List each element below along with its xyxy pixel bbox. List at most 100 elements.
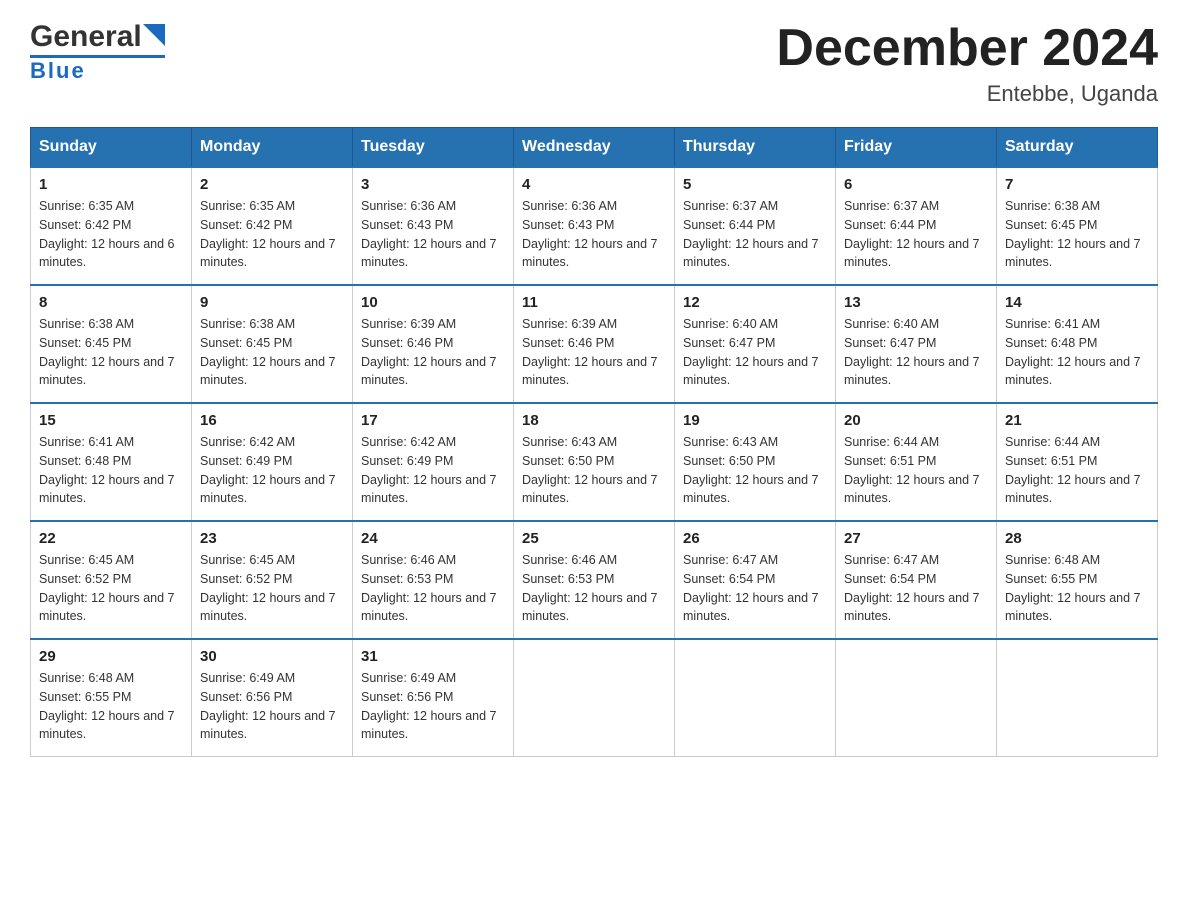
calendar-cell: 16 Sunrise: 6:42 AMSunset: 6:49 PMDaylig… bbox=[192, 403, 353, 521]
day-number: 21 bbox=[1005, 412, 1149, 429]
calendar-cell: 20 Sunrise: 6:44 AMSunset: 6:51 PMDaylig… bbox=[836, 403, 997, 521]
day-info: Sunrise: 6:45 AMSunset: 6:52 PMDaylight:… bbox=[39, 553, 175, 623]
day-info: Sunrise: 6:36 AMSunset: 6:43 PMDaylight:… bbox=[361, 199, 497, 269]
day-info: Sunrise: 6:41 AMSunset: 6:48 PMDaylight:… bbox=[1005, 317, 1141, 387]
calendar-cell: 21 Sunrise: 6:44 AMSunset: 6:51 PMDaylig… bbox=[997, 403, 1158, 521]
day-info: Sunrise: 6:43 AMSunset: 6:50 PMDaylight:… bbox=[522, 435, 658, 505]
location: Entebbe, Uganda bbox=[776, 81, 1158, 107]
day-header-monday: Monday bbox=[192, 128, 353, 168]
day-number: 18 bbox=[522, 412, 666, 429]
calendar-cell: 5 Sunrise: 6:37 AMSunset: 6:44 PMDayligh… bbox=[675, 167, 836, 285]
day-info: Sunrise: 6:42 AMSunset: 6:49 PMDaylight:… bbox=[361, 435, 497, 505]
day-number: 29 bbox=[39, 648, 183, 665]
day-number: 25 bbox=[522, 530, 666, 547]
logo-triangle-icon bbox=[143, 24, 165, 46]
calendar-cell: 27 Sunrise: 6:47 AMSunset: 6:54 PMDaylig… bbox=[836, 521, 997, 639]
calendar-cell: 22 Sunrise: 6:45 AMSunset: 6:52 PMDaylig… bbox=[31, 521, 192, 639]
day-number: 31 bbox=[361, 648, 505, 665]
day-number: 30 bbox=[200, 648, 344, 665]
day-info: Sunrise: 6:38 AMSunset: 6:45 PMDaylight:… bbox=[200, 317, 336, 387]
day-info: Sunrise: 6:47 AMSunset: 6:54 PMDaylight:… bbox=[683, 553, 819, 623]
calendar-cell: 1 Sunrise: 6:35 AMSunset: 6:42 PMDayligh… bbox=[31, 167, 192, 285]
logo-blue: Blue bbox=[30, 58, 86, 84]
calendar-cell: 8 Sunrise: 6:38 AMSunset: 6:45 PMDayligh… bbox=[31, 285, 192, 403]
day-info: Sunrise: 6:46 AMSunset: 6:53 PMDaylight:… bbox=[361, 553, 497, 623]
day-info: Sunrise: 6:35 AMSunset: 6:42 PMDaylight:… bbox=[39, 199, 175, 269]
calendar-cell: 18 Sunrise: 6:43 AMSunset: 6:50 PMDaylig… bbox=[514, 403, 675, 521]
calendar-header-row: SundayMondayTuesdayWednesdayThursdayFrid… bbox=[31, 128, 1158, 168]
calendar-cell: 28 Sunrise: 6:48 AMSunset: 6:55 PMDaylig… bbox=[997, 521, 1158, 639]
calendar-cell: 31 Sunrise: 6:49 AMSunset: 6:56 PMDaylig… bbox=[353, 639, 514, 757]
calendar-cell: 17 Sunrise: 6:42 AMSunset: 6:49 PMDaylig… bbox=[353, 403, 514, 521]
day-info: Sunrise: 6:40 AMSunset: 6:47 PMDaylight:… bbox=[683, 317, 819, 387]
calendar-cell: 11 Sunrise: 6:39 AMSunset: 6:46 PMDaylig… bbox=[514, 285, 675, 403]
day-info: Sunrise: 6:44 AMSunset: 6:51 PMDaylight:… bbox=[844, 435, 980, 505]
day-number: 19 bbox=[683, 412, 827, 429]
day-number: 3 bbox=[361, 176, 505, 193]
logo: General Blue bbox=[30, 20, 165, 84]
calendar-cell: 26 Sunrise: 6:47 AMSunset: 6:54 PMDaylig… bbox=[675, 521, 836, 639]
day-number: 1 bbox=[39, 176, 183, 193]
calendar-cell: 23 Sunrise: 6:45 AMSunset: 6:52 PMDaylig… bbox=[192, 521, 353, 639]
calendar-cell bbox=[997, 639, 1158, 757]
day-number: 6 bbox=[844, 176, 988, 193]
day-header-tuesday: Tuesday bbox=[353, 128, 514, 168]
day-info: Sunrise: 6:46 AMSunset: 6:53 PMDaylight:… bbox=[522, 553, 658, 623]
day-number: 9 bbox=[200, 294, 344, 311]
calendar-table: SundayMondayTuesdayWednesdayThursdayFrid… bbox=[30, 127, 1158, 757]
day-number: 28 bbox=[1005, 530, 1149, 547]
calendar-cell: 15 Sunrise: 6:41 AMSunset: 6:48 PMDaylig… bbox=[31, 403, 192, 521]
calendar-week-row: 1 Sunrise: 6:35 AMSunset: 6:42 PMDayligh… bbox=[31, 167, 1158, 285]
day-number: 15 bbox=[39, 412, 183, 429]
day-info: Sunrise: 6:44 AMSunset: 6:51 PMDaylight:… bbox=[1005, 435, 1141, 505]
page-header: General Blue December 2024 Entebbe, Ugan… bbox=[30, 20, 1158, 107]
day-number: 16 bbox=[200, 412, 344, 429]
day-number: 11 bbox=[522, 294, 666, 311]
day-number: 13 bbox=[844, 294, 988, 311]
day-info: Sunrise: 6:47 AMSunset: 6:54 PMDaylight:… bbox=[844, 553, 980, 623]
day-info: Sunrise: 6:38 AMSunset: 6:45 PMDaylight:… bbox=[1005, 199, 1141, 269]
calendar-week-row: 15 Sunrise: 6:41 AMSunset: 6:48 PMDaylig… bbox=[31, 403, 1158, 521]
logo-general: General bbox=[30, 20, 142, 54]
day-header-sunday: Sunday bbox=[31, 128, 192, 168]
month-title: December 2024 bbox=[776, 20, 1158, 77]
calendar-cell bbox=[514, 639, 675, 757]
calendar-cell: 10 Sunrise: 6:39 AMSunset: 6:46 PMDaylig… bbox=[353, 285, 514, 403]
day-info: Sunrise: 6:49 AMSunset: 6:56 PMDaylight:… bbox=[361, 671, 497, 741]
day-info: Sunrise: 6:41 AMSunset: 6:48 PMDaylight:… bbox=[39, 435, 175, 505]
day-number: 2 bbox=[200, 176, 344, 193]
day-header-friday: Friday bbox=[836, 128, 997, 168]
day-header-thursday: Thursday bbox=[675, 128, 836, 168]
day-info: Sunrise: 6:49 AMSunset: 6:56 PMDaylight:… bbox=[200, 671, 336, 741]
day-info: Sunrise: 6:37 AMSunset: 6:44 PMDaylight:… bbox=[844, 199, 980, 269]
day-info: Sunrise: 6:39 AMSunset: 6:46 PMDaylight:… bbox=[361, 317, 497, 387]
day-number: 17 bbox=[361, 412, 505, 429]
day-info: Sunrise: 6:36 AMSunset: 6:43 PMDaylight:… bbox=[522, 199, 658, 269]
calendar-cell: 2 Sunrise: 6:35 AMSunset: 6:42 PMDayligh… bbox=[192, 167, 353, 285]
calendar-cell: 14 Sunrise: 6:41 AMSunset: 6:48 PMDaylig… bbox=[997, 285, 1158, 403]
calendar-cell: 29 Sunrise: 6:48 AMSunset: 6:55 PMDaylig… bbox=[31, 639, 192, 757]
calendar-cell: 7 Sunrise: 6:38 AMSunset: 6:45 PMDayligh… bbox=[997, 167, 1158, 285]
calendar-cell: 12 Sunrise: 6:40 AMSunset: 6:47 PMDaylig… bbox=[675, 285, 836, 403]
day-info: Sunrise: 6:37 AMSunset: 6:44 PMDaylight:… bbox=[683, 199, 819, 269]
day-number: 22 bbox=[39, 530, 183, 547]
calendar-cell: 9 Sunrise: 6:38 AMSunset: 6:45 PMDayligh… bbox=[192, 285, 353, 403]
day-number: 5 bbox=[683, 176, 827, 193]
calendar-week-row: 22 Sunrise: 6:45 AMSunset: 6:52 PMDaylig… bbox=[31, 521, 1158, 639]
day-info: Sunrise: 6:35 AMSunset: 6:42 PMDaylight:… bbox=[200, 199, 336, 269]
day-number: 23 bbox=[200, 530, 344, 547]
day-info: Sunrise: 6:48 AMSunset: 6:55 PMDaylight:… bbox=[39, 671, 175, 741]
calendar-cell: 6 Sunrise: 6:37 AMSunset: 6:44 PMDayligh… bbox=[836, 167, 997, 285]
day-header-wednesday: Wednesday bbox=[514, 128, 675, 168]
calendar-week-row: 8 Sunrise: 6:38 AMSunset: 6:45 PMDayligh… bbox=[31, 285, 1158, 403]
day-number: 12 bbox=[683, 294, 827, 311]
day-number: 24 bbox=[361, 530, 505, 547]
day-number: 27 bbox=[844, 530, 988, 547]
day-header-saturday: Saturday bbox=[997, 128, 1158, 168]
day-number: 8 bbox=[39, 294, 183, 311]
calendar-cell: 24 Sunrise: 6:46 AMSunset: 6:53 PMDaylig… bbox=[353, 521, 514, 639]
title-area: December 2024 Entebbe, Uganda bbox=[776, 20, 1158, 107]
calendar-cell: 19 Sunrise: 6:43 AMSunset: 6:50 PMDaylig… bbox=[675, 403, 836, 521]
day-info: Sunrise: 6:39 AMSunset: 6:46 PMDaylight:… bbox=[522, 317, 658, 387]
day-info: Sunrise: 6:40 AMSunset: 6:47 PMDaylight:… bbox=[844, 317, 980, 387]
